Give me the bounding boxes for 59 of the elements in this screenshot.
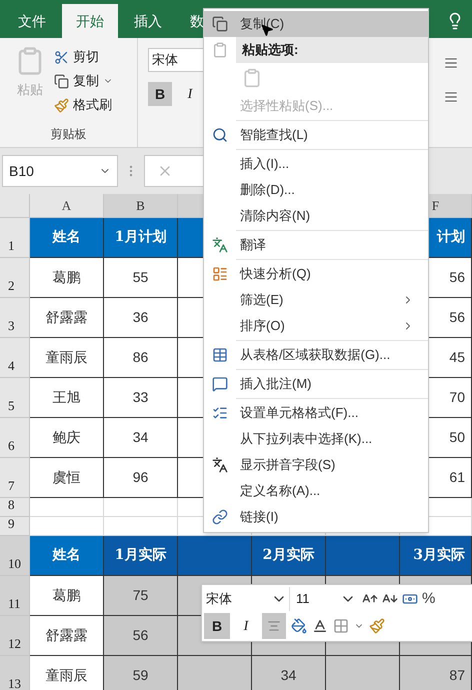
table-cell: 87 — [400, 656, 472, 690]
ribbon-tab[interactable]: 开始 — [62, 4, 118, 38]
size-dropdown[interactable]: 11 — [294, 587, 358, 611]
row-header[interactable]: 12 — [0, 616, 30, 656]
table-cell: 3月实际 — [400, 536, 472, 576]
table-cell: 舒露露 — [30, 616, 104, 656]
column-header[interactable]: A — [30, 194, 104, 218]
menu-item[interactable]: 链接(I) — [204, 504, 428, 530]
row-header[interactable]: 7 — [0, 458, 30, 498]
ribbon-tab[interactable]: 插入 — [122, 4, 174, 38]
percent-button[interactable]: % — [422, 588, 436, 610]
table-cell: 1月实际 — [104, 536, 178, 576]
table-cell: 55 — [104, 258, 178, 298]
italic-button[interactable]: I — [178, 82, 202, 106]
table-cell: 34 — [252, 656, 326, 690]
table-cell: 姓名 — [30, 218, 104, 258]
row-header[interactable]: 10 — [0, 536, 30, 576]
row-header[interactable]: 9 — [0, 517, 30, 536]
table-cell: 葛鹏 — [30, 576, 104, 616]
table-cell: 86 — [104, 338, 178, 378]
menu-item[interactable]: 插入(I)... — [204, 151, 428, 177]
row-header[interactable]: 8 — [0, 498, 30, 517]
table-cell: 童雨辰 — [30, 338, 104, 378]
row-header[interactable]: 5 — [0, 378, 30, 418]
ribbon-tab[interactable]: 文件 — [6, 4, 58, 38]
table-cell: 2月实际 — [252, 536, 326, 576]
ribbon-action-button[interactable]: 格式刷 — [54, 94, 113, 116]
table-cell: 虞恒 — [30, 458, 104, 498]
row-header[interactable]: 1 — [0, 218, 30, 258]
table-cell: 96 — [104, 458, 178, 498]
table-cell: 姓名 — [30, 536, 104, 576]
ribbon-action-button[interactable]: 剪切 — [54, 46, 113, 68]
ribbon-action-button[interactable]: 复制 — [54, 70, 113, 92]
table-cell: 33 — [104, 378, 178, 418]
row-header[interactable]: 3 — [0, 298, 30, 338]
table-cell: 36 — [104, 298, 178, 338]
table-cell: 75 — [104, 576, 178, 616]
row-header[interactable]: 13 — [0, 656, 30, 690]
table-cell: 王旭 — [30, 378, 104, 418]
bold-button[interactable]: B — [148, 82, 172, 106]
bold-button[interactable]: B — [204, 613, 230, 639]
menu-section-header: 粘贴选项: — [236, 37, 428, 63]
table-cell: 56 — [104, 616, 178, 656]
name-box[interactable]: B10 — [2, 155, 118, 187]
row-header[interactable]: 4 — [0, 338, 30, 378]
row-header[interactable]: 6 — [0, 418, 30, 458]
menu-item[interactable]: 智能查找(L) — [204, 122, 428, 148]
group-label: 剪贴板 — [50, 126, 86, 143]
table-cell: 舒露露 — [30, 298, 104, 338]
table-cell: 鲍庆 — [30, 418, 104, 458]
table-cell: 59 — [104, 656, 178, 690]
table-cell: 34 — [104, 418, 178, 458]
row-header[interactable]: 11 — [0, 576, 30, 616]
font-dropdown[interactable]: 宋体 — [204, 587, 290, 611]
column-header[interactable]: B — [104, 194, 178, 218]
italic-button[interactable]: I — [235, 613, 257, 639]
table-cell: 1月计划 — [104, 218, 178, 258]
table-cell: 葛鹏 — [30, 258, 104, 298]
row-header[interactable]: 2 — [0, 258, 30, 298]
